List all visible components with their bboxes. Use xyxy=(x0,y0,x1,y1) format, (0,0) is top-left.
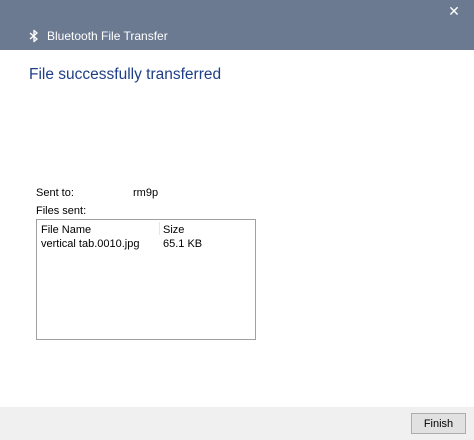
close-icon: ✕ xyxy=(448,2,460,19)
table-row[interactable]: vertical tab.0010.jpg 65.1 KB xyxy=(37,238,255,253)
bluetooth-transfer-window: ✕ Bluetooth File Transfer File successfu… xyxy=(0,0,474,440)
footer-bar xyxy=(0,407,474,440)
files-sent-label: Files sent: xyxy=(36,205,87,217)
column-divider[interactable] xyxy=(159,222,160,235)
sent-to-value: rm9p xyxy=(133,187,159,199)
close-button[interactable]: ✕ xyxy=(434,0,474,22)
column-header-file-name[interactable]: File Name xyxy=(41,224,91,236)
title-bar: ✕ Bluetooth File Transfer xyxy=(0,0,474,50)
column-header-size[interactable]: Size xyxy=(163,224,184,236)
file-size-cell: 65.1 KB xyxy=(163,238,203,250)
file-name-cell: vertical tab.0010.jpg xyxy=(41,238,140,250)
list-header: File Name Size xyxy=(37,220,255,237)
bluetooth-icon xyxy=(29,29,38,43)
finish-button[interactable]: Finish xyxy=(411,413,466,434)
page-title: File successfully transferred xyxy=(29,66,222,83)
window-title: Bluetooth File Transfer xyxy=(47,29,168,43)
files-sent-list[interactable]: File Name Size vertical tab.0010.jpg 65.… xyxy=(36,219,256,340)
sent-to-label: Sent to: xyxy=(36,187,74,199)
